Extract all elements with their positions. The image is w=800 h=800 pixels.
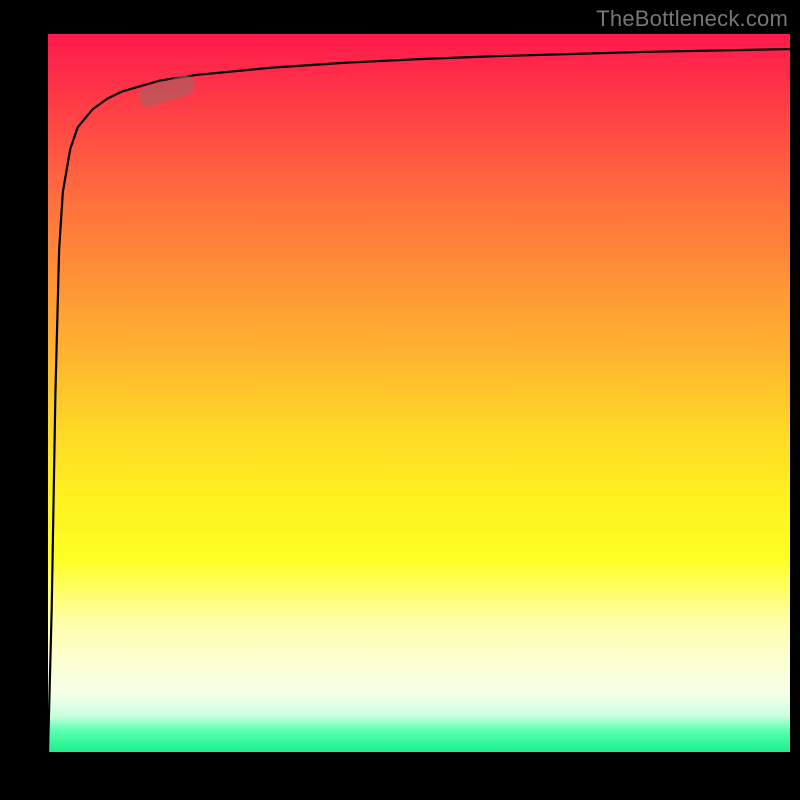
watermark-label: TheBottleneck.com: [596, 6, 788, 32]
highlight-marker: [136, 73, 197, 110]
plot-area: [48, 34, 790, 752]
chart-frame: TheBottleneck.com: [0, 0, 800, 800]
curve-path: [48, 49, 790, 752]
bottleneck-curve: [48, 34, 790, 752]
